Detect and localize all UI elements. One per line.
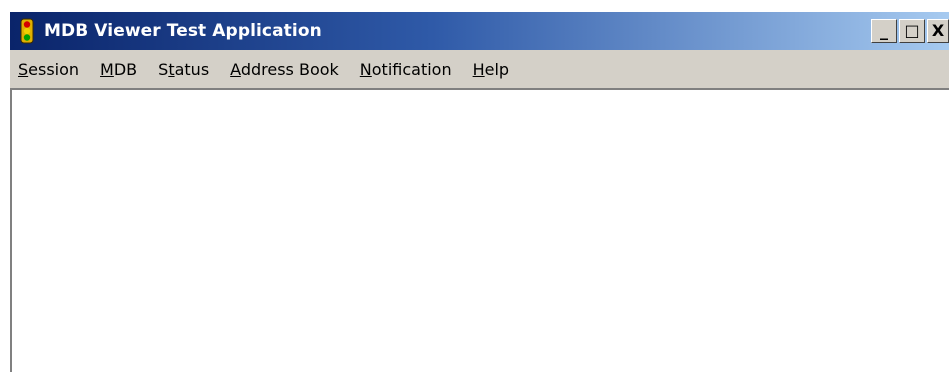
- left-margin: [0, 0, 10, 372]
- menu-help[interactable]: Help: [473, 60, 509, 79]
- menu-status-label: atus: [174, 59, 210, 79]
- application-window: MDB Viewer Test Application _ □ X Sessio…: [0, 0, 949, 372]
- menu-address-book-accel: A: [230, 59, 241, 79]
- minimize-button[interactable]: _: [871, 19, 897, 43]
- menu-status-prefix: S: [158, 59, 169, 79]
- menu-help-accel: H: [472, 59, 485, 79]
- menu-address-book[interactable]: Address Book: [230, 60, 339, 79]
- traffic-light-icon: [16, 18, 38, 44]
- close-icon: X: [931, 21, 945, 40]
- top-margin: [0, 0, 949, 12]
- menu-session-label: ession: [28, 59, 80, 79]
- menu-notification-label: otification: [371, 59, 452, 79]
- menu-mdb-label: DB: [113, 59, 138, 79]
- menu-mdb[interactable]: MDB: [100, 60, 137, 79]
- title-bar[interactable]: MDB Viewer Test Application _ □ X: [10, 12, 949, 50]
- menu-notification[interactable]: Notification: [360, 60, 452, 79]
- menu-notification-accel: N: [359, 59, 372, 79]
- window-title: MDB Viewer Test Application: [44, 21, 322, 41]
- maximize-button[interactable]: □: [899, 19, 925, 43]
- menu-help-label: elp: [484, 59, 510, 79]
- menu-session[interactable]: Session: [18, 60, 79, 79]
- menu-status[interactable]: Status: [158, 60, 209, 79]
- menu-mdb-accel: M: [100, 59, 114, 79]
- menu-address-book-label: ddress Book: [240, 59, 339, 79]
- menu-bar: Session MDB Status Address Book Notifica…: [10, 50, 949, 88]
- client-area[interactable]: [10, 88, 949, 372]
- close-button[interactable]: X: [927, 19, 949, 43]
- menu-session-accel: S: [18, 59, 29, 79]
- caption-buttons: _ □ X: [871, 19, 949, 43]
- maximize-icon: □: [904, 21, 920, 40]
- minimize-icon: _: [880, 21, 888, 40]
